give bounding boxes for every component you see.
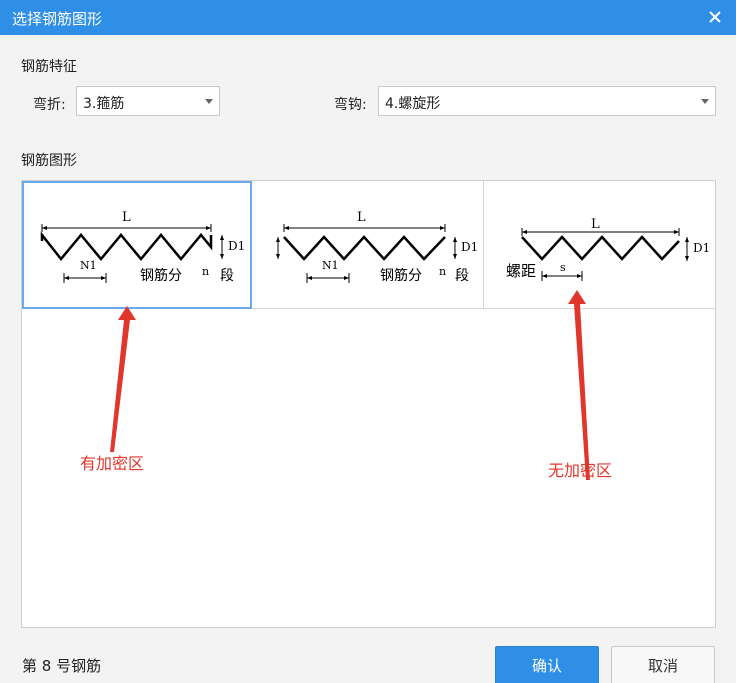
cancel-button[interactable]: 取消 [611, 646, 715, 683]
confirm-button[interactable]: 确认 [495, 646, 599, 683]
select-rebar-shape-dialog: 选择钢筋图形 钢筋特征 弯折: 3.箍筋 弯钩: 4.螺旋形 钢筋图形 L D1… [0, 0, 736, 683]
no-densified-region-note: 无加密区 [548, 461, 613, 480]
arrow-up-icon [110, 306, 136, 452]
rebar-number-label: 第 8 号钢筋 [22, 657, 102, 675]
densified-region-note: 有加密区 [80, 454, 145, 473]
arrow-up-icon [568, 290, 590, 480]
annotation-arrows [110, 290, 590, 480]
